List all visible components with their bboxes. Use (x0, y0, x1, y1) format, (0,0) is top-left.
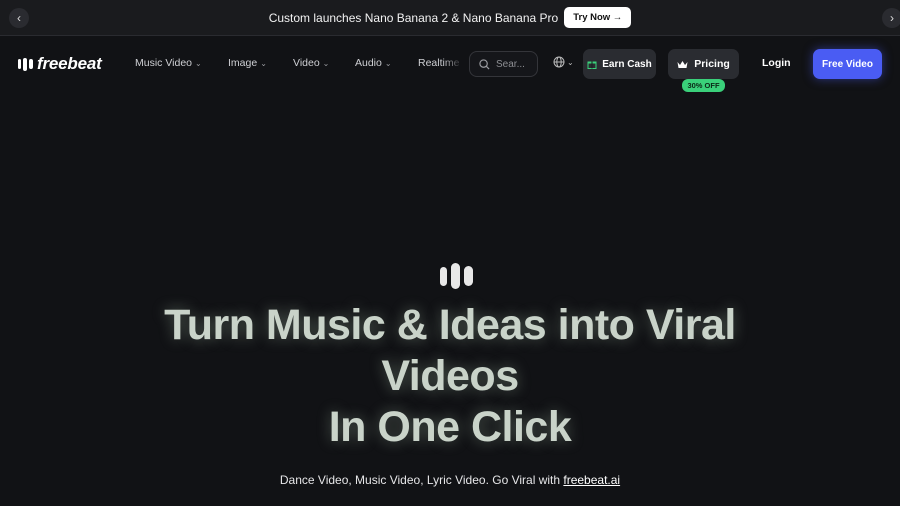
headline-line-3: In One Click (328, 403, 572, 451)
hero-subtitle-text: Dance Video, Music Video, Lyric Video. G… (279, 473, 564, 487)
chevron-left-icon[interactable]: ‹ (9, 8, 29, 28)
hero-headline: Turn Music & Ideas into Viral Videos In … (0, 300, 900, 453)
search-icon (479, 58, 490, 70)
logo[interactable]: freebeat (18, 54, 102, 74)
chevron-down-icon: ⌄ (195, 58, 202, 68)
earn-cash-label: Earn Cash (602, 58, 652, 70)
chevron-down-icon: ⌄ (567, 57, 574, 67)
announcement-bar: ‹ Custom launches Nano Banana 2 & Nano B… (0, 0, 900, 36)
crown-icon (677, 60, 688, 68)
announcement-message: Custom launches Nano Banana 2 & Nano Ban… (268, 10, 559, 25)
pricing-button[interactable]: Pricing (668, 49, 739, 79)
pricing-label: Pricing (694, 58, 730, 70)
hero-subtitle: Dance Video, Music Video, Lyric Video. G… (0, 473, 900, 487)
free-video-button[interactable]: Free Video (813, 49, 882, 79)
nav-item-label: Realtime (418, 57, 460, 69)
nav-item-realtime[interactable]: Realtime (418, 57, 463, 69)
globe-icon (553, 56, 565, 68)
chevron-down-icon: ⌄ (384, 58, 392, 68)
headline-line-1: Turn Music & Ideas into Viral (164, 301, 736, 349)
gift-icon (587, 61, 597, 69)
earn-cash-button[interactable]: Earn Cash (583, 49, 656, 79)
discount-badge: 30% OFF (682, 79, 725, 92)
nav-item-label: Audio (355, 57, 382, 69)
nav-item-label: Image (228, 57, 258, 69)
try-now-button[interactable]: Try Now → (564, 7, 632, 28)
language-selector[interactable]: ⌄ (553, 56, 574, 68)
freebeat-hero-logo-icon (440, 263, 473, 289)
chevron-down-icon: ⌄ (322, 58, 330, 68)
nav-item-image[interactable]: Image ⌄ (228, 57, 267, 69)
nav-item-label: Video (293, 57, 320, 69)
nav-item-music-video[interactable]: Music Video ⌄ (135, 57, 202, 69)
chevron-right-icon[interactable]: › (882, 8, 900, 28)
headline-line-2: Videos (381, 352, 519, 400)
nav-item-audio[interactable]: Audio ⌄ (355, 57, 392, 69)
top-nav: freebeat Music Video ⌄ Image ⌄ Video ⌄ A… (0, 37, 900, 92)
nav-item-label: Music Video (135, 57, 193, 69)
freebeat-link[interactable]: freebeat.ai (563, 473, 620, 487)
login-link[interactable]: Login (762, 57, 791, 69)
freebeat-logo-icon (18, 57, 33, 71)
search-placeholder: Sear... (496, 58, 525, 70)
nav-item-video[interactable]: Video ⌄ (293, 57, 329, 69)
chevron-down-icon: ⌄ (260, 58, 267, 68)
logo-text: freebeat (37, 54, 102, 73)
search-input[interactable]: Sear... (469, 51, 538, 77)
